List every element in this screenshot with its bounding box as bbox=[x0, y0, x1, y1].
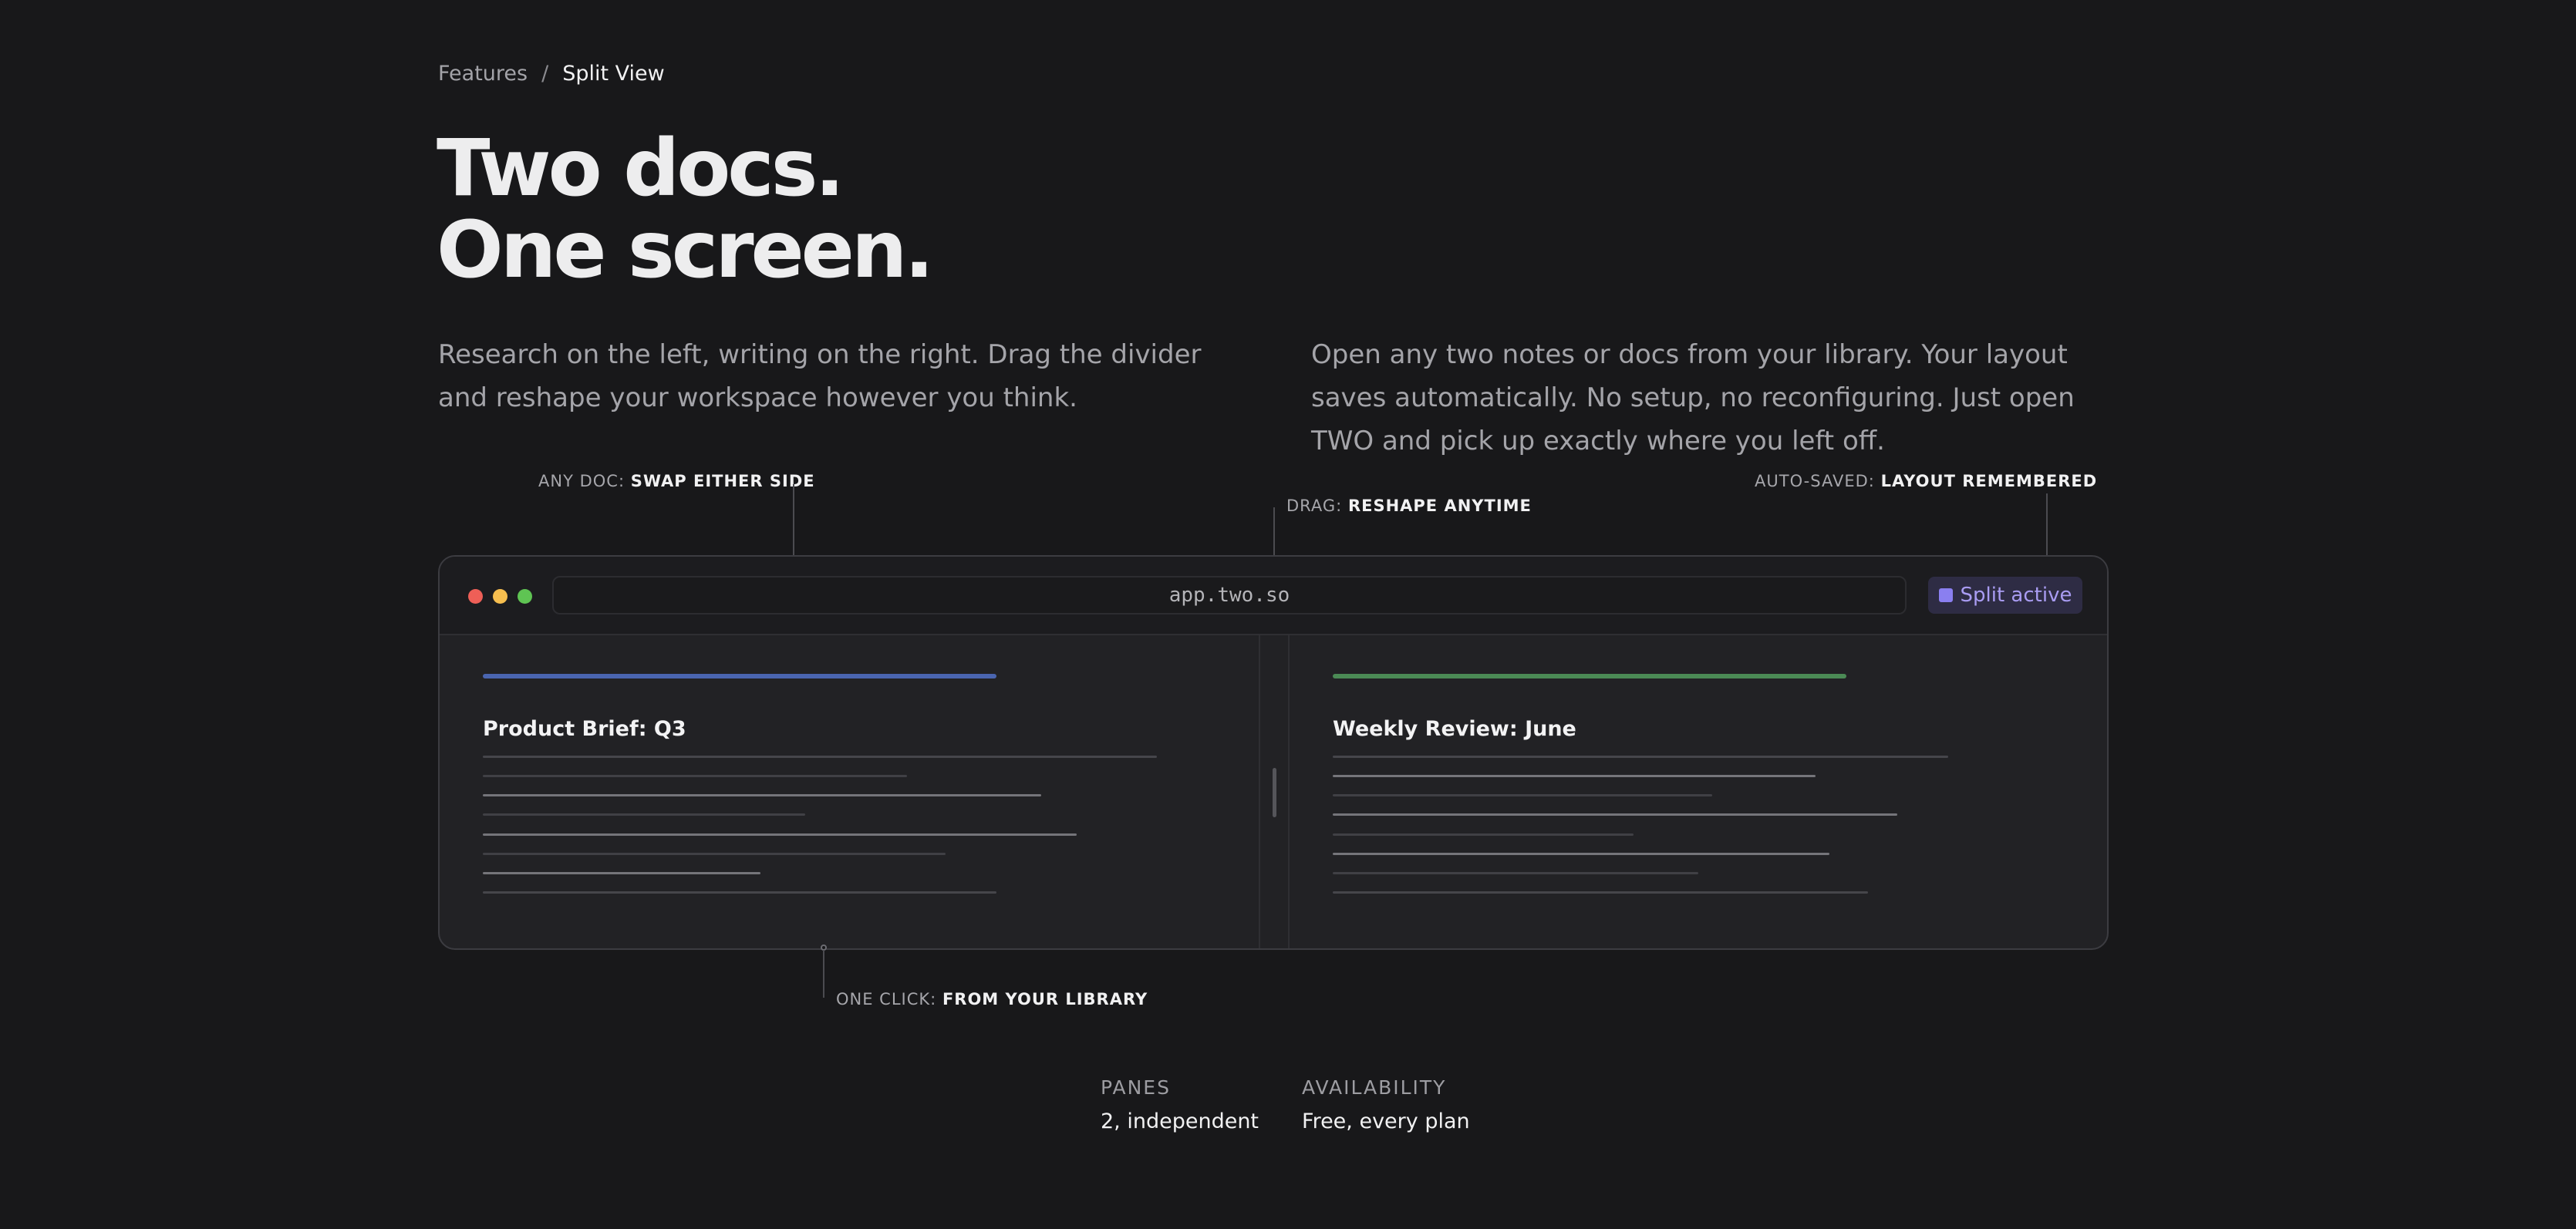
right-doc-pane[interactable]: Weekly Review: June bbox=[1290, 635, 2107, 948]
left-doc-title: Product Brief: Q3 bbox=[483, 717, 686, 741]
callout-one-click: ONE CLICK: FROM YOUR LIBRARY bbox=[836, 990, 1148, 1008]
right-doc-title: Weekly Review: June bbox=[1333, 717, 1576, 741]
stat-panes-value: 2, independent bbox=[1101, 1109, 1259, 1133]
address-url: app.two.so bbox=[1168, 584, 1290, 607]
split-divider[interactable] bbox=[1259, 635, 1290, 948]
text-line-placeholder bbox=[1333, 891, 1868, 894]
close-window-dot[interactable] bbox=[468, 589, 483, 604]
app-window-preview: app.two.so Split active Product Brief: Q… bbox=[438, 555, 2109, 950]
callout-any-doc-line bbox=[793, 484, 794, 557]
text-line-placeholder bbox=[483, 853, 946, 855]
split-active-badge: Split active bbox=[1928, 577, 2082, 614]
text-line-placeholder bbox=[483, 794, 1041, 796]
divider-drag-handle[interactable] bbox=[1273, 768, 1276, 817]
text-line-placeholder bbox=[1333, 794, 1712, 796]
page-title-line-1: Two docs. bbox=[437, 123, 845, 214]
text-line-placeholder bbox=[1333, 813, 1897, 816]
callout-drag-value: RESHAPE ANYTIME bbox=[1347, 497, 1532, 515]
stat-availability-label: AVAILABILITY bbox=[1302, 1076, 1447, 1099]
callout-one-click-label: ONE CLICK: bbox=[836, 990, 937, 1008]
page-title: Two docs. One screen. bbox=[437, 123, 934, 296]
split-active-label: Split active bbox=[1960, 584, 2072, 607]
text-line-placeholder bbox=[1333, 756, 1948, 758]
callout-drag-label: DRAG: bbox=[1286, 497, 1343, 515]
breadcrumb-separator: / bbox=[541, 62, 549, 86]
callout-drag-line bbox=[1273, 507, 1275, 557]
window-titlebar: app.two.so Split active bbox=[440, 557, 2107, 635]
page-title-line-2: One screen. bbox=[437, 204, 934, 296]
callout-auto-saved: AUTO-SAVED: LAYOUT REMEMBERED bbox=[1755, 472, 2097, 490]
callout-any-doc: ANY DOC: SWAP EITHER SIDE bbox=[538, 472, 815, 490]
text-line-placeholder bbox=[1333, 775, 1816, 777]
breadcrumb-features-link[interactable]: Features bbox=[438, 62, 528, 86]
breadcrumb: Features / Split View bbox=[438, 62, 665, 86]
stat-availability-value: Free, every plan bbox=[1302, 1109, 1470, 1133]
callout-any-doc-value: SWAP EITHER SIDE bbox=[630, 472, 815, 490]
callout-one-click-line bbox=[823, 950, 824, 998]
text-line-placeholder bbox=[1333, 833, 1634, 836]
text-line-placeholder bbox=[1333, 853, 1829, 855]
stat-panes: PANES 2, independent bbox=[1101, 1076, 1259, 1133]
description-right: Open any two notes or docs from your lib… bbox=[1311, 339, 2075, 456]
text-line-placeholder bbox=[1333, 872, 1698, 874]
split-indicator-icon bbox=[1938, 588, 1953, 602]
text-line-placeholder bbox=[483, 813, 805, 816]
stat-panes-label: PANES bbox=[1101, 1076, 1171, 1099]
description-left: Research on the left, writing on the rig… bbox=[438, 339, 1202, 413]
minimize-window-dot[interactable] bbox=[493, 589, 507, 604]
text-line-placeholder bbox=[483, 872, 760, 874]
callout-one-click-value: FROM YOUR LIBRARY bbox=[942, 990, 1148, 1008]
callout-auto-saved-label: AUTO-SAVED: bbox=[1755, 472, 1875, 490]
left-doc-accent-bar bbox=[483, 674, 996, 678]
text-line-placeholder bbox=[483, 775, 907, 777]
callout-auto-saved-line bbox=[2046, 493, 2048, 557]
callout-any-doc-label: ANY DOC: bbox=[538, 472, 625, 490]
callout-auto-saved-value: LAYOUT REMEMBERED bbox=[1880, 472, 2098, 490]
text-line-placeholder bbox=[483, 756, 1157, 758]
maximize-window-dot[interactable] bbox=[518, 589, 532, 604]
right-doc-accent-bar bbox=[1333, 674, 1846, 678]
stat-availability: AVAILABILITY Free, every plan bbox=[1302, 1076, 1470, 1133]
left-doc-pane[interactable]: Product Brief: Q3 bbox=[440, 635, 1259, 948]
text-line-placeholder bbox=[483, 891, 996, 894]
callout-drag: DRAG: RESHAPE ANYTIME bbox=[1286, 497, 1532, 515]
breadcrumb-current: Split View bbox=[562, 62, 665, 86]
address-bar[interactable]: app.two.so bbox=[552, 576, 1907, 614]
text-line-placeholder bbox=[483, 833, 1077, 836]
